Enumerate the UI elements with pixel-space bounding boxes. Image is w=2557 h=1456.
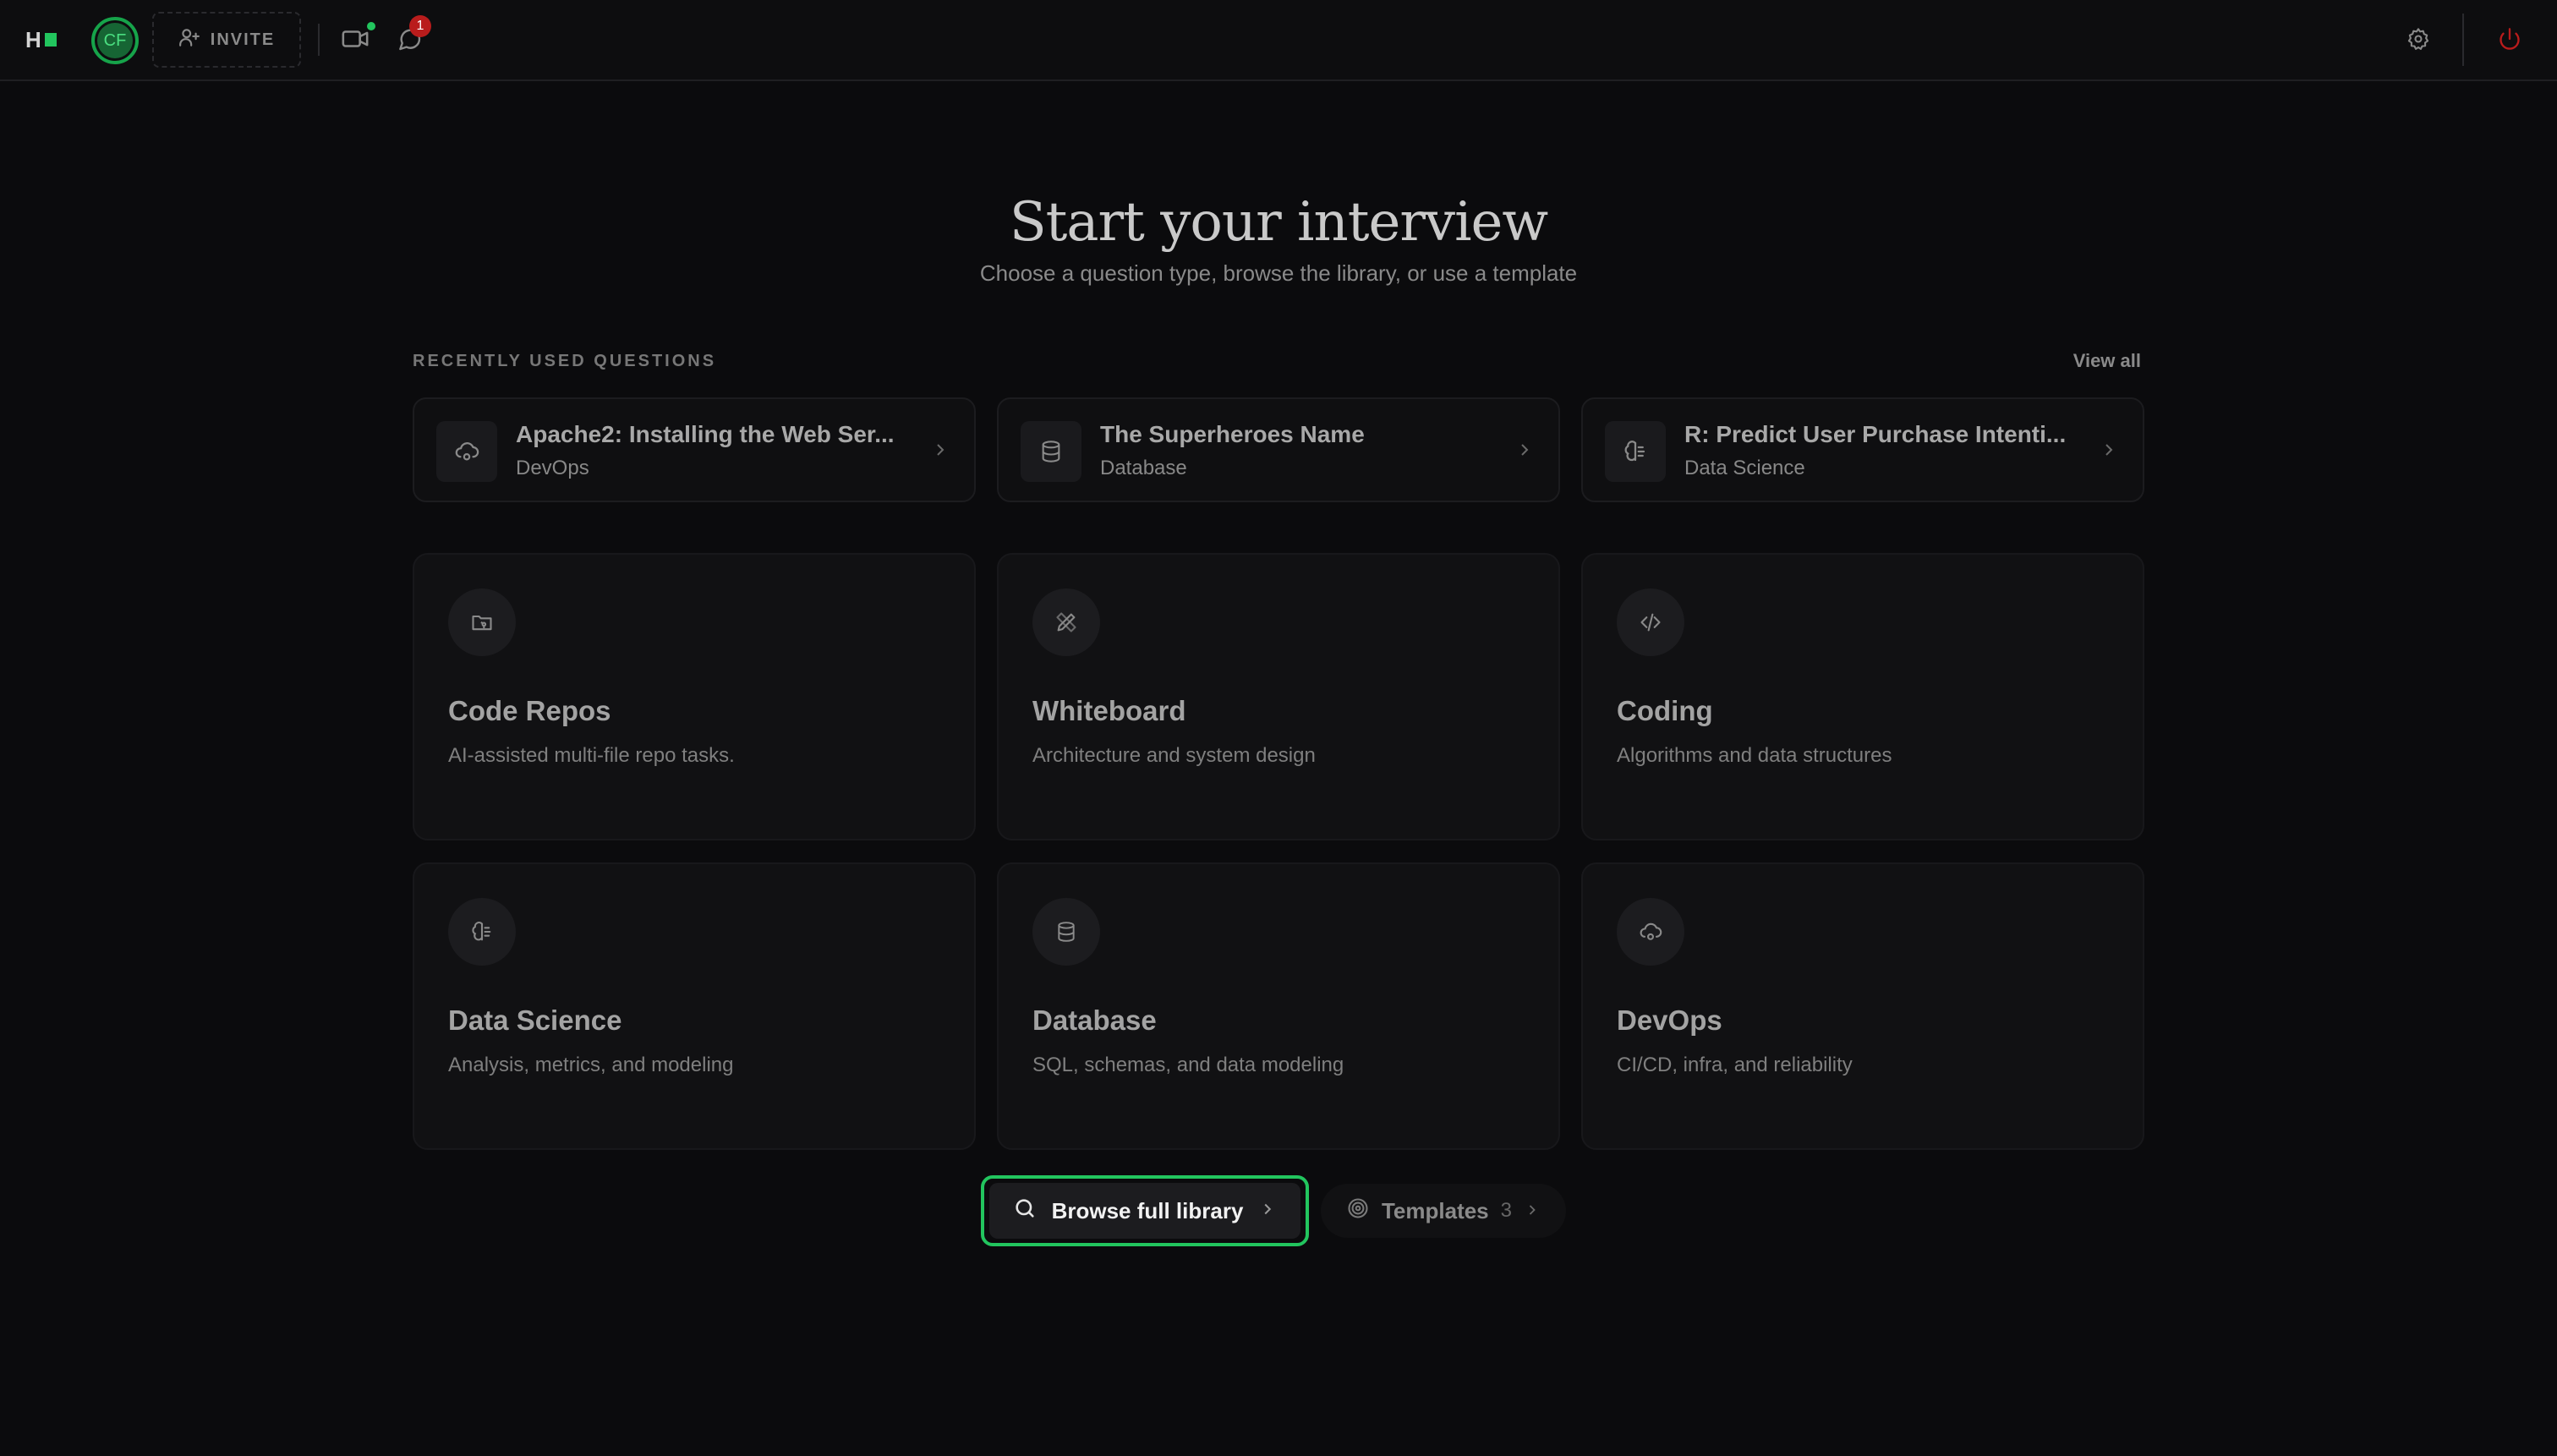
chevron-right-icon [2099,440,2119,464]
logo-mark [44,33,57,47]
recent-question-category: Database [1100,457,1187,479]
type-card-description: SQL, schemas, and data modeling [1032,1054,1344,1076]
code-icon [1617,588,1684,656]
user-plus-icon [178,26,200,53]
type-card-title: Code Repos [448,695,611,726]
database-icon [1032,898,1100,966]
browse-library-label: Browse full library [1051,1197,1244,1223]
logo-text: H [25,26,41,52]
recent-question-card[interactable]: R: Predict User Purchase Intenti... Data… [1581,397,2144,502]
type-card-coding[interactable]: Coding Algorithms and data structures [1581,553,2144,840]
recent-question-title: R: Predict User Purchase Intenti... [1684,421,2067,447]
recent-question-category: DevOps [516,457,589,479]
chevron-right-icon [1258,1198,1277,1224]
type-card-title: Coding [1617,695,1713,726]
templates-label: Templates [1381,1197,1489,1223]
invite-label: INVITE [210,30,276,49]
page-title: Start your interview [1009,191,1548,254]
view-all-link[interactable]: View all [2073,350,2141,372]
logout-button[interactable] [2493,24,2527,57]
power-icon [2498,27,2521,55]
templates-count: 3 [1500,1199,1513,1222]
chevron-right-icon [1524,1198,1541,1224]
divider [2462,14,2464,66]
type-card-code-repos[interactable]: Code Repos AI-assisted multi-file repo t… [413,553,976,840]
video-icon [341,25,370,57]
type-card-description: AI-assisted multi-file repo tasks. [448,744,735,767]
app-logo[interactable]: H [25,27,57,52]
divider [318,24,320,56]
type-card-description: Architecture and system design [1032,744,1316,767]
notification-badge: 1 [409,15,431,37]
pencil-ruler-icon [1032,588,1100,656]
page-subtitle: Choose a question type, browse the libra… [979,260,1578,286]
browse-library-inner: Browse full library [989,1183,1300,1239]
folder-git-icon [448,588,516,656]
database-icon [1021,421,1081,482]
chat-button[interactable]: 1 [392,15,431,57]
top-bar: H CF INVITE 1 [0,0,2557,81]
type-card-title: DevOps [1617,1004,1722,1036]
chevron-right-icon [1514,440,1535,464]
recent-question-title: The Superheroes Name [1100,421,1365,447]
brain-icon [448,898,516,966]
recent-question-title: Apache2: Installing the Web Ser... [516,421,895,447]
browse-library-button[interactable]: Browse full library [981,1175,1309,1246]
online-dot [367,22,375,30]
gear-icon [2406,27,2430,55]
search-icon [1013,1196,1037,1226]
brain-icon [1605,421,1666,482]
type-card-description: CI/CD, infra, and reliability [1617,1054,1853,1076]
recent-question-category: Data Science [1684,457,1805,479]
type-card-title: Database [1032,1004,1157,1036]
type-card-title: Whiteboard [1032,695,1186,726]
type-card-data-science[interactable]: Data Science Analysis, metrics, and mode… [413,862,976,1150]
templates-button[interactable]: Templates 3 [1321,1184,1566,1238]
recent-section-label: RECENTLY USED QUESTIONS [413,352,717,370]
recent-question-card[interactable]: Apache2: Installing the Web Ser... DevOp… [413,397,976,502]
type-card-devops[interactable]: DevOps CI/CD, infra, and reliability [1581,862,2144,1150]
type-card-title: Data Science [448,1004,622,1036]
chevron-right-icon [930,440,950,464]
recent-question-card[interactable]: The Superheroes Name Database [997,397,1560,502]
settings-button[interactable] [2401,24,2435,57]
video-button[interactable] [338,22,375,57]
cloud-cog-icon [436,421,497,482]
target-icon [1346,1196,1370,1226]
cloud-cog-icon [1617,898,1684,966]
type-card-description: Analysis, metrics, and modeling [448,1054,734,1076]
type-card-whiteboard[interactable]: Whiteboard Architecture and system desig… [997,553,1560,840]
type-card-description: Algorithms and data structures [1617,744,1892,767]
type-card-database[interactable]: Database SQL, schemas, and data modeling [997,862,1560,1150]
avatar-initials: CF [103,30,127,50]
user-avatar[interactable]: CF [91,17,139,64]
invite-button[interactable]: INVITE [152,12,301,68]
